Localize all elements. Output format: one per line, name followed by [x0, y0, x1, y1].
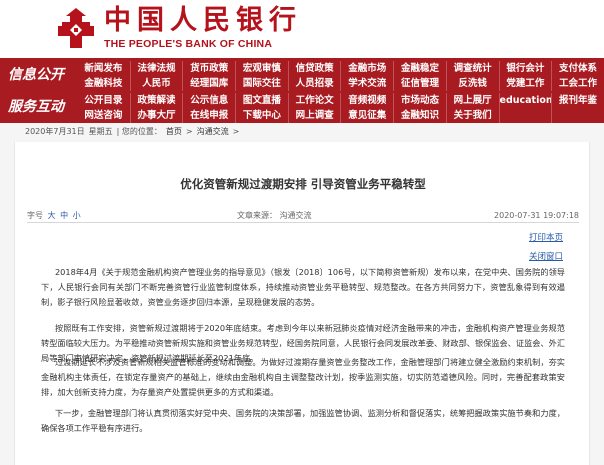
nav-item[interactable]: 国际交往: [235, 76, 288, 91]
nav-item[interactable]: 关于我们: [445, 108, 499, 123]
nav-item[interactable]: 金融稳定: [393, 61, 446, 76]
article-panel: 优化资管新规过渡期安排 引导资管业务平稳转型 字号 大 中 小 文章来源： 沟通…: [14, 142, 590, 465]
font-size-label: 字号: [27, 211, 43, 220]
breadcrumb-section-link[interactable]: 沟通交流: [197, 126, 229, 138]
nav-item[interactable]: 公示信息: [182, 93, 235, 108]
article-source: 文章来源： 沟通交流: [237, 211, 312, 220]
breadcrumb-weekday: 星期五: [88, 127, 113, 136]
breadcrumb-location-label: | 您的位置：: [116, 127, 162, 136]
nav-item[interactable]: 网上展厅: [445, 93, 499, 108]
nav-group-service: 服务互动 公开目录 政策解读 公示信息 图文直播 工作论文 音频视频 市场动态 …: [0, 92, 604, 124]
nav-item[interactable]: 网送咨询: [77, 108, 130, 123]
nav-item[interactable]: 办事大厅: [129, 108, 183, 123]
nav-item[interactable]: 工作论文: [287, 93, 341, 108]
article-paragraph: 2018年4月《关于规范金融机构资产管理业务的指导意见》（银发〔2018〕106…: [41, 267, 565, 307]
pboc-emblem-icon[interactable]: [56, 6, 96, 50]
nav-group-label-info: 信息公开: [8, 67, 64, 83]
nav-item[interactable]: 宏观审慎: [235, 61, 288, 76]
site-header: 中国人民银行 THE PEOPLE'S BANK OF CHINA: [0, 0, 604, 58]
font-size-medium-button[interactable]: 中: [60, 211, 68, 220]
nav-item[interactable]: 征信管理: [393, 76, 446, 91]
nav-item[interactable]: 图文直播: [235, 93, 288, 108]
nav-item[interactable]: 意见征集: [340, 108, 393, 123]
nav-row-3: 公开目录 政策解读 公示信息 图文直播 工作论文 音频视频 市场动态 网上展厅 …: [77, 93, 604, 108]
nav-item[interactable]: 政策解读: [129, 93, 183, 108]
nav-item[interactable]: [498, 108, 552, 123]
font-size-large-button[interactable]: 大: [48, 211, 56, 220]
nav-item[interactable]: 市场动态: [393, 93, 446, 108]
nav-item[interactable]: 音频视频: [340, 93, 393, 108]
breadcrumb-separator: >: [232, 127, 240, 136]
nav-group-info: 信息公开 新闻发布 法律法规 货币政策 宏观审慎 信贷政策 金融市场 金融稳定 …: [0, 60, 604, 92]
nav-group-label-service: 服务互动: [8, 99, 64, 115]
nav-item[interactable]: 法律法规: [129, 61, 183, 76]
site-title-en: THE PEOPLE'S BANK OF CHINA: [104, 38, 273, 50]
nav-item[interactable]: 金融科技: [77, 76, 130, 91]
nav-item[interactable]: 反洗钱: [445, 76, 499, 91]
breadcrumb: 2020年7月31日 星期五 | 您的位置： 首页 > 沟通交流 >: [25, 126, 239, 138]
nav-item[interactable]: 在线申报: [182, 108, 235, 123]
nav-item[interactable]: 下载中心: [235, 108, 288, 123]
main-nav: 信息公开 新闻发布 法律法规 货币政策 宏观审慎 信贷政策 金融市场 金融稳定 …: [0, 58, 604, 123]
breadcrumb-home-link[interactable]: 首页: [166, 126, 182, 138]
print-page-link[interactable]: 打印本页: [529, 231, 563, 243]
article-meta: 字号 大 中 小 文章来源： 沟通交流 2020-07-31 19:07:18: [27, 209, 579, 223]
article-paragraph: 下一步，金融管理部门将认真贯彻落实好党中央、国务院的决策部署，加强监管协调、监测…: [41, 408, 565, 433]
nav-item[interactable]: 学术交流: [340, 76, 393, 91]
nav-item[interactable]: 工会工作: [551, 76, 604, 91]
nav-item[interactable]: 报刊年鉴: [551, 93, 604, 108]
nav-row-2: 金融科技 人民币 经理国库 国际交往 人员招录 学术交流 征信管理 反洗钱 党建…: [77, 76, 604, 91]
nav-item[interactable]: 金融知识: [393, 108, 446, 123]
nav-item[interactable]: 公开目录: [77, 93, 130, 108]
article-paragraph: 过渡期延长不涉及资管新规相关监管标准的变动和调整。为做好过渡期存量资管业务整改工…: [41, 357, 565, 397]
nav-row-1: 新闻发布 法律法规 货币政策 宏观审慎 信贷政策 金融市场 金融稳定 调查统计 …: [77, 61, 604, 76]
font-size-switcher: 字号 大 中 小: [27, 209, 81, 223]
breadcrumb-date: 2020年7月31日: [25, 127, 85, 136]
nav-row-4: 网送咨询 办事大厅 在线申报 下载中心 网上调查 意见征集 金融知识 关于我们: [77, 108, 604, 123]
nav-item[interactable]: 调查统计: [445, 61, 499, 76]
nav-item[interactable]: education: [498, 93, 551, 108]
close-window-link[interactable]: 关闭窗口: [529, 250, 563, 262]
nav-item[interactable]: 银行会计: [498, 61, 552, 76]
nav-item[interactable]: 经理国库: [182, 76, 235, 91]
nav-item[interactable]: 党建工作: [498, 76, 552, 91]
article-datetime: 2020-07-31 19:07:18: [494, 211, 579, 220]
nav-item[interactable]: 货币政策: [182, 61, 235, 76]
site-title-cn: 中国人民银行: [104, 5, 302, 36]
nav-item[interactable]: 信贷政策: [287, 61, 341, 76]
nav-item[interactable]: [551, 108, 604, 123]
nav-item[interactable]: 支付体系: [551, 61, 604, 76]
nav-item[interactable]: 网上调查: [287, 108, 341, 123]
nav-item[interactable]: 人民币: [129, 76, 183, 91]
font-size-small-button[interactable]: 小: [73, 211, 81, 220]
nav-item[interactable]: 人员招录: [287, 76, 341, 91]
article-title: 优化资管新规过渡期安排 引导资管业务平稳转型: [180, 177, 426, 191]
nav-item[interactable]: 金融市场: [340, 61, 393, 76]
nav-item[interactable]: 新闻发布: [77, 61, 130, 76]
breadcrumb-separator: >: [185, 127, 193, 136]
